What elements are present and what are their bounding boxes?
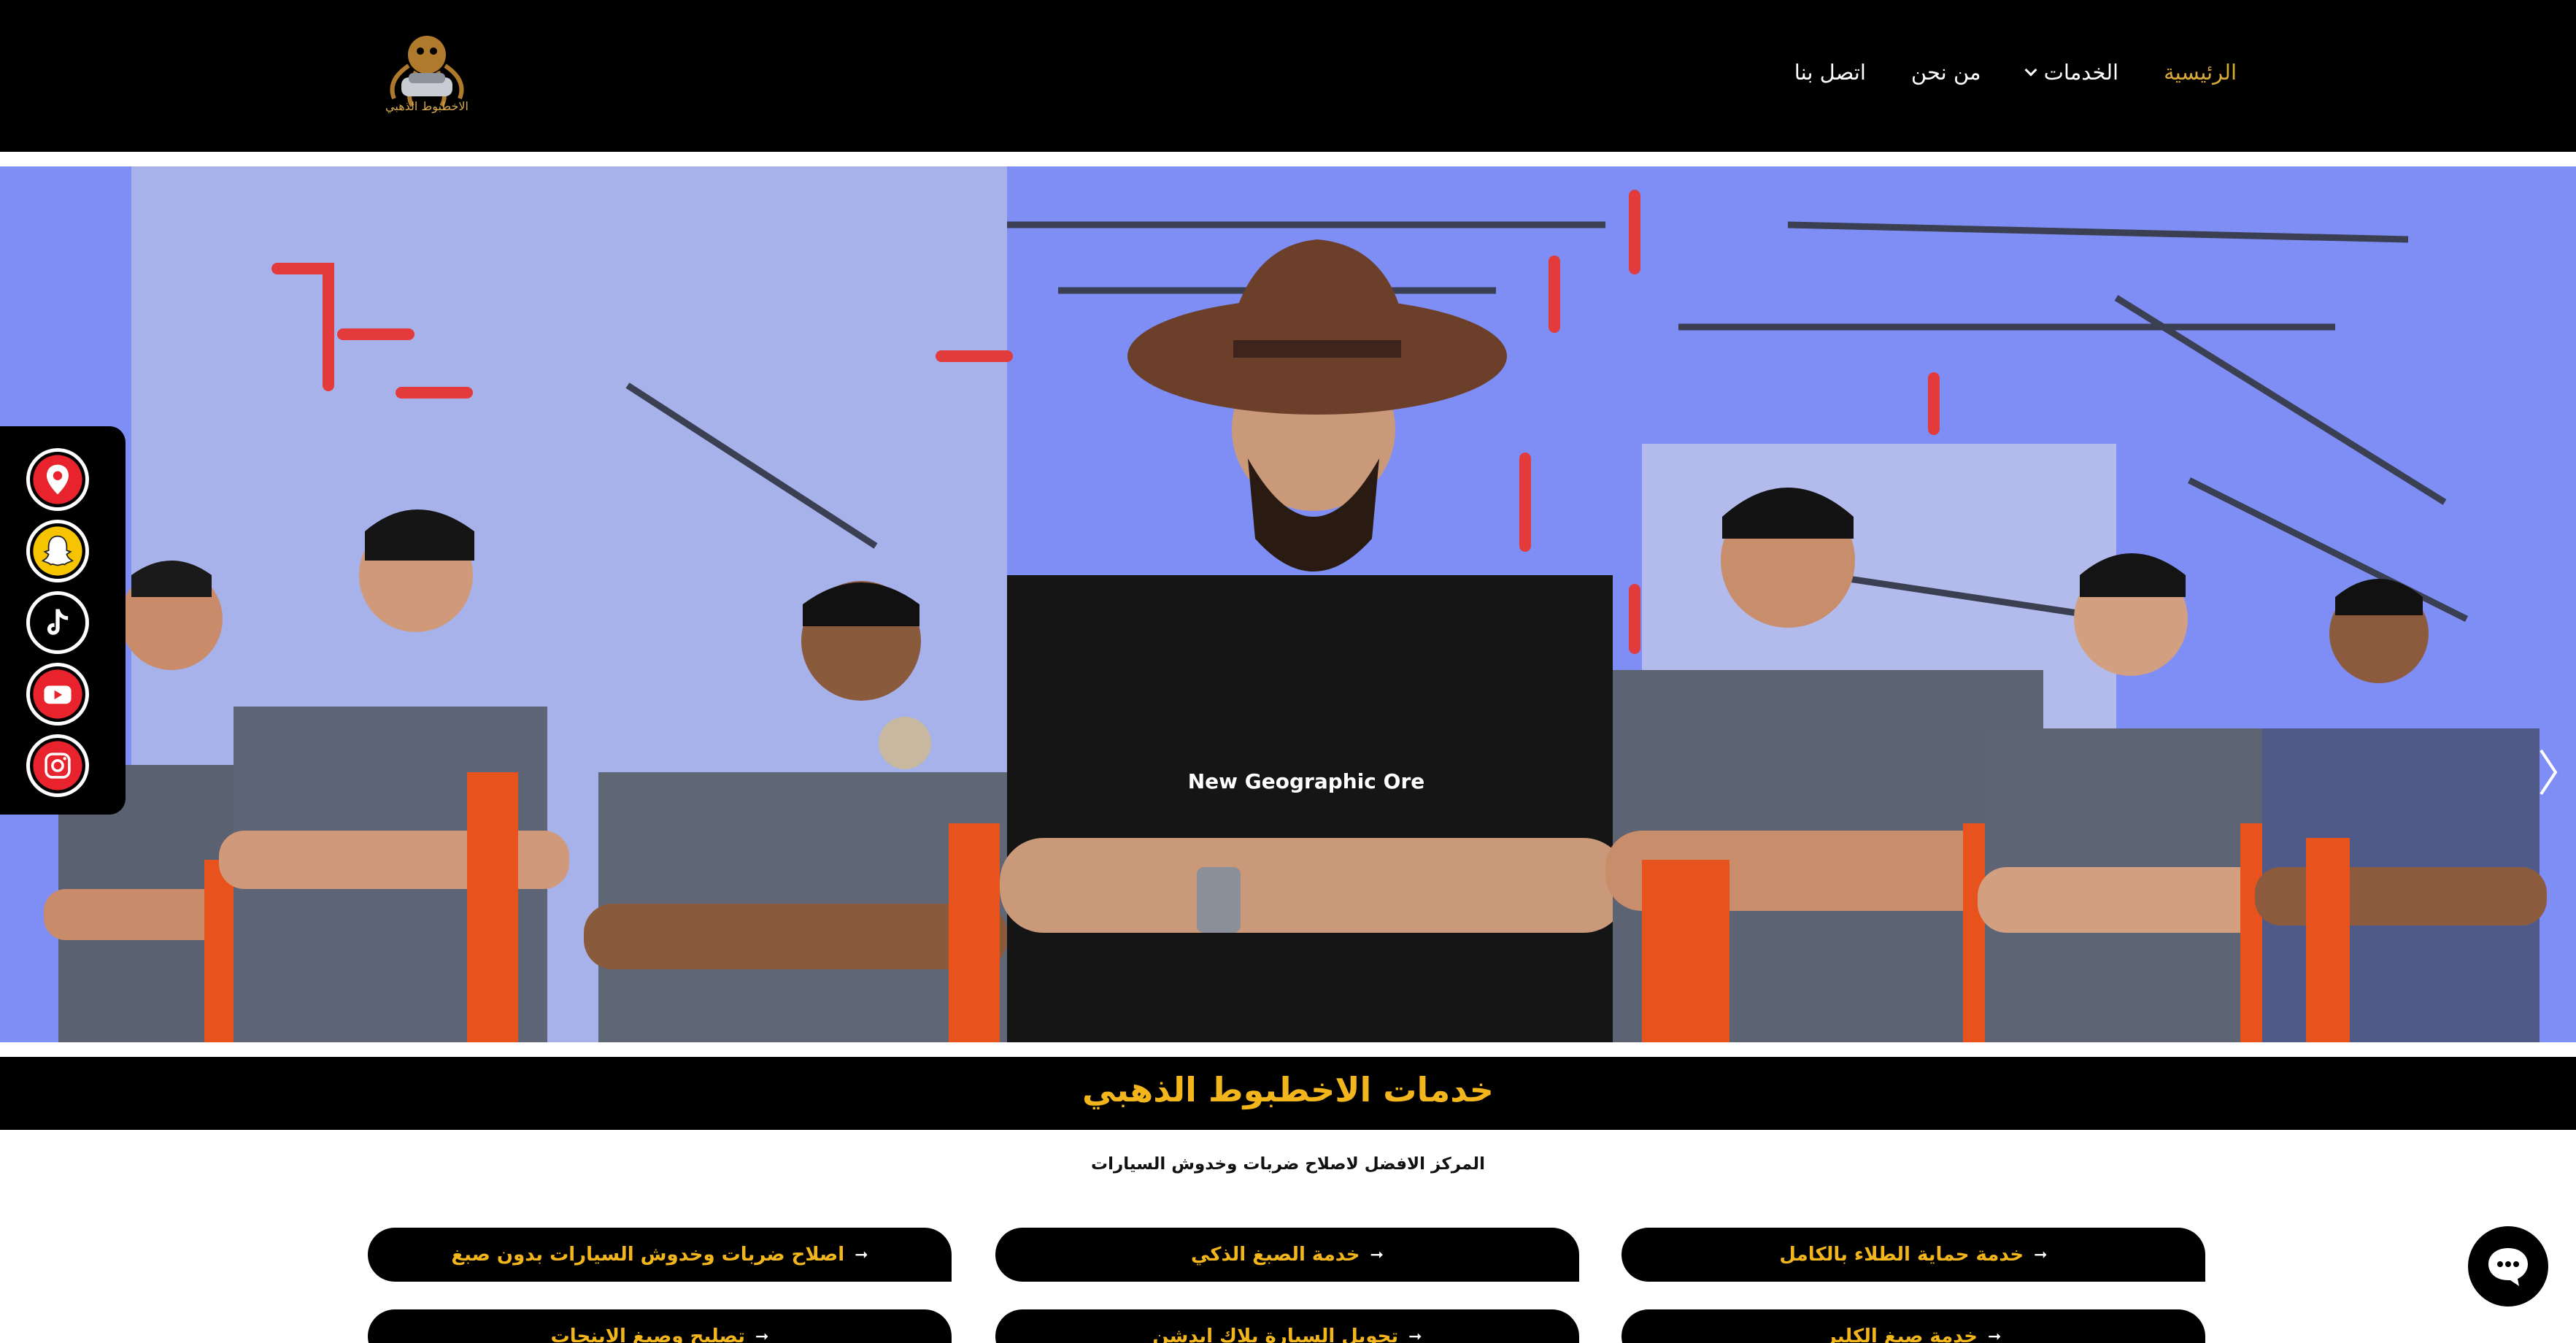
nav-services[interactable]: الخدمات bbox=[2024, 60, 2119, 85]
service-button-caliper[interactable]: ➞ خدمة صبغ الكلبر bbox=[1621, 1309, 2205, 1343]
arrow-icon: ➞ bbox=[855, 1245, 868, 1264]
nav-contact-label: اتصل بنا bbox=[1794, 60, 1866, 85]
chat-bubble-icon bbox=[2488, 1248, 2528, 1286]
social-sidebar bbox=[0, 426, 126, 815]
nav-services-label: الخدمات bbox=[2043, 60, 2119, 85]
shirt-text: New Geographic Ore bbox=[1188, 769, 1425, 793]
service-button-smart-paint[interactable]: ➞ خدمة الصبغ الذكي bbox=[995, 1228, 1579, 1282]
nav-about-label: من نحن bbox=[1910, 60, 1981, 85]
youtube-icon[interactable] bbox=[26, 663, 89, 726]
slider-next-button[interactable] bbox=[2534, 743, 2563, 801]
service-label: تحويل السيارة بلاك ايدشن bbox=[1152, 1325, 1399, 1343]
nav-home-label: الرئيسية bbox=[2164, 60, 2237, 85]
tiktok-icon[interactable] bbox=[26, 591, 89, 654]
hero-image: New Geographic Ore bbox=[0, 166, 2576, 1042]
service-button-ppf[interactable]: ➞ خدمة حماية الطلاء بالكامل bbox=[1621, 1228, 2205, 1282]
nav-about[interactable]: من نحن bbox=[1911, 60, 1981, 85]
service-label: خدمة صبغ الكلبر bbox=[1825, 1325, 1978, 1343]
service-button-rims[interactable]: ➞ تصليح وصبغ الاينجات bbox=[368, 1309, 952, 1343]
service-label: اصلاح ضربات وخدوش السيارات بدون صبغ bbox=[451, 1244, 845, 1266]
instagram-icon[interactable] bbox=[26, 734, 89, 797]
service-button-black-edition[interactable]: ➞ تحويل السيارة بلاك ايدشن bbox=[995, 1309, 1579, 1343]
service-label: خدمة حماية الطلاء بالكامل bbox=[1779, 1244, 2024, 1266]
nav-contact[interactable]: اتصل بنا bbox=[1794, 60, 1866, 85]
site-header: الاخطبوط الذهبي الرئيسية الخدمات من نحن … bbox=[0, 0, 2576, 152]
arrow-icon: ➞ bbox=[1408, 1327, 1422, 1343]
service-label: خدمة الصبغ الذكي bbox=[1191, 1244, 1360, 1266]
service-button-pdr[interactable]: ➞ اصلاح ضربات وخدوش السيارات بدون صبغ bbox=[368, 1228, 952, 1282]
arrow-icon: ➞ bbox=[1370, 1245, 1384, 1264]
arrow-icon: ➞ bbox=[755, 1327, 769, 1343]
nav-home[interactable]: الرئيسية bbox=[2164, 60, 2237, 85]
service-label: تصليح وصبغ الاينجات bbox=[550, 1325, 745, 1343]
main-nav: الرئيسية الخدمات من نحن اتصل بنا bbox=[1749, 60, 2237, 85]
snapchat-icon[interactable] bbox=[26, 520, 89, 582]
arrow-icon: ➞ bbox=[1988, 1327, 2002, 1343]
services-title-band: خدمات الاخطبوط الذهبي bbox=[0, 1057, 2576, 1130]
chat-button[interactable] bbox=[2468, 1226, 2548, 1307]
hero-slider: New Geographic Ore bbox=[0, 166, 2576, 1042]
logo-text: الاخطبوط الذهبي bbox=[385, 99, 468, 113]
chevron-right-icon bbox=[2540, 749, 2558, 796]
arrow-icon: ➞ bbox=[2034, 1245, 2048, 1264]
services-title: خدمات الاخطبوط الذهبي bbox=[1082, 1070, 1494, 1109]
map-pin-icon[interactable] bbox=[26, 448, 89, 511]
services-subtitle: المركز الافضل لاصلاح ضربات وخدوش السيارا… bbox=[1091, 1155, 1485, 1174]
chevron-down-icon bbox=[2024, 64, 2037, 77]
